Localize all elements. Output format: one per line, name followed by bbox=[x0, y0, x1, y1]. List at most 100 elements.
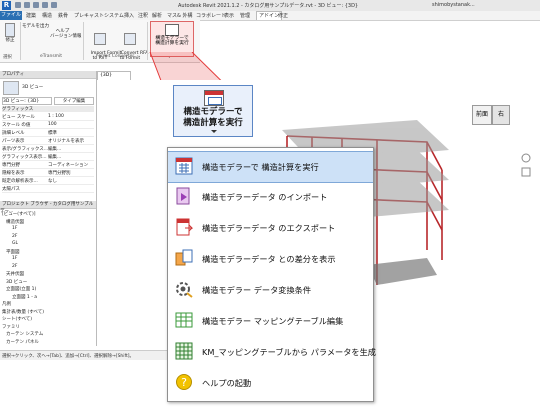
export-data-icon bbox=[175, 218, 194, 236]
browser-item[interactable]: 天井伏図 bbox=[6, 271, 24, 277]
modify-button[interactable]: 修正 bbox=[3, 23, 17, 43]
project-browser: プロジェクト ブラウザ - カタログ用サンプルデー... [ビュー(すべて)] 構… bbox=[0, 201, 97, 346]
open-icon[interactable] bbox=[15, 2, 21, 8]
tab-insert[interactable]: 挿入 bbox=[124, 12, 134, 19]
dropdown-item[interactable]: 構造モデラーデータ のインポート bbox=[168, 182, 373, 212]
view-cube-front[interactable]: 前面 bbox=[472, 105, 492, 125]
browser-item[interactable]: 1F bbox=[12, 226, 17, 231]
property-row[interactable]: ビュー スケール 1 : 100 bbox=[2, 114, 94, 121]
browser-item[interactable]: 構造伏図 bbox=[6, 219, 24, 225]
zoom-icon bbox=[521, 167, 531, 177]
svg-text:?: ? bbox=[181, 376, 187, 389]
structural-calc-button-zoomed[interactable]: 構造モデラーで 構造計算を実行 bbox=[173, 85, 253, 137]
property-name: 既定の解析表示... bbox=[2, 179, 38, 184]
property-value[interactable]: 100 bbox=[48, 122, 57, 127]
dropdown-item-label: KM_マッピングテーブルから パラメータを生成 bbox=[202, 347, 376, 357]
tab-analyze[interactable]: 解析 bbox=[152, 12, 162, 19]
group-select-label: 選択 bbox=[3, 55, 12, 60]
browser-item[interactable]: 集計表/数量 (すべて) bbox=[2, 309, 44, 315]
browser-item[interactable]: 凡例 bbox=[2, 301, 11, 307]
help-icon: ? bbox=[175, 373, 193, 391]
browser-item[interactable]: 2F bbox=[12, 264, 17, 269]
print-icon[interactable] bbox=[51, 2, 57, 8]
tab-view[interactable]: 表示 bbox=[224, 12, 234, 19]
dropdown-item-label: 構造モデラーデータ との差分を表示 bbox=[202, 254, 336, 264]
browser-item[interactable]: 立面図 1 - a bbox=[12, 294, 37, 300]
property-row[interactable]: 表示/グラフィックス... 編集... bbox=[2, 146, 94, 153]
redo-icon[interactable] bbox=[42, 2, 48, 8]
property-value[interactable]: 編集... bbox=[48, 154, 61, 160]
group-formit-label: Formit Converter bbox=[96, 54, 135, 59]
section-graphics[interactable]: グラフィックス bbox=[2, 106, 94, 112]
user-name[interactable]: shimobystanak... bbox=[432, 2, 475, 8]
property-value[interactable]: なし bbox=[48, 178, 57, 184]
tab-annotate[interactable]: 注釈 bbox=[138, 12, 148, 19]
property-row[interactable]: 専門分野 コーディネーション bbox=[2, 162, 94, 169]
import-formit-button[interactable]: Import Formit to RVT bbox=[85, 23, 121, 66]
dropdown-item[interactable]: 構造モデラーデータ のエクスポート bbox=[168, 213, 373, 243]
edit-type-button[interactable]: タイプ編集 bbox=[54, 97, 94, 105]
view-cube-right[interactable]: 右 bbox=[492, 105, 510, 125]
browser-item[interactable]: 1F bbox=[12, 256, 17, 261]
tab-file[interactable]: ファイル bbox=[0, 11, 22, 20]
browser-item[interactable]: 立面図(立面 1) bbox=[6, 286, 36, 292]
dropdown-item[interactable]: KM_マッピングテーブルから パラメータを生成 bbox=[168, 337, 376, 367]
structural-calc-label: 構造モデラーで 構造計算を実行 bbox=[183, 107, 243, 128]
dropdown-item[interactable]: 構造モデラー マッピングテーブル編集 bbox=[168, 306, 373, 336]
property-name: 太陽パス bbox=[2, 187, 20, 192]
tab-steel[interactable]: 鉄骨 bbox=[58, 12, 68, 19]
property-value[interactable]: 1 : 100 bbox=[48, 114, 64, 119]
property-row[interactable]: 既定の解析表示... なし bbox=[2, 178, 94, 185]
tab-massing[interactable]: マス& 外構 bbox=[167, 12, 193, 19]
browser-item[interactable]: ファミリ bbox=[2, 324, 20, 330]
dropdown-item-label: 構造モデラーで 構造計算を実行 bbox=[202, 162, 319, 172]
property-row[interactable]: スケール の値 100 bbox=[2, 122, 94, 129]
tab-collaborate[interactable]: コラボレート bbox=[196, 12, 226, 19]
property-value[interactable]: 標準 bbox=[48, 130, 57, 136]
status-text: 選択→クリック、次へ→[Tab]、追加→[Ctrl]、選択解除→[Shift]。 bbox=[2, 354, 135, 359]
property-value[interactable]: オリジナルを表示 bbox=[48, 138, 84, 144]
browser-item[interactable]: 平面図 bbox=[6, 249, 20, 255]
property-row[interactable]: グラフィックス表示... 編集... bbox=[2, 154, 94, 161]
browser-item[interactable]: 2F bbox=[12, 234, 17, 239]
property-value[interactable]: 専門分野別 bbox=[48, 170, 71, 176]
property-name: パーツ表示 bbox=[2, 139, 25, 144]
tab-systems[interactable]: システム bbox=[104, 12, 124, 19]
browser-item[interactable]: シート(すべて) bbox=[2, 316, 32, 322]
browser-item[interactable]: 3D ビュー bbox=[6, 279, 27, 285]
export-model-button[interactable]: モデルを出力 bbox=[22, 24, 52, 29]
property-row[interactable]: パーツ表示 オリジナルを表示 bbox=[2, 138, 94, 145]
window-title: Autodesk Revit 2021.1.2 - カタログ用サンプルデータ.r… bbox=[178, 3, 359, 9]
dropdown-item-label: 構造モデラーデータ のエクスポート bbox=[202, 223, 336, 233]
dropdown-item[interactable]: 構造モデラーで 構造計算を実行 bbox=[168, 151, 373, 183]
dropdown-item[interactable]: 構造モデラーデータ との差分を表示 bbox=[168, 244, 373, 274]
browser-item[interactable]: GL bbox=[12, 241, 18, 246]
view-cube[interactable]: 前面 右 bbox=[470, 99, 512, 133]
help-version-button[interactable]: ヘルプ バージョン情報 bbox=[50, 24, 81, 44]
tab-modify[interactable]: 修正 bbox=[278, 12, 288, 19]
tab-structure[interactable]: 構造 bbox=[42, 12, 52, 19]
property-row[interactable]: 太陽パス bbox=[2, 186, 94, 193]
steering-wheel-icon bbox=[521, 153, 531, 163]
dropdown-item[interactable]: ? ヘルプの起動 bbox=[168, 368, 373, 398]
browser-item[interactable]: カーテン システム bbox=[6, 331, 43, 337]
undo-icon[interactable] bbox=[33, 2, 39, 8]
tab-architecture[interactable]: 建築 bbox=[26, 12, 36, 19]
tab-manage[interactable]: 管理 bbox=[240, 12, 250, 19]
browser-item[interactable]: [ビュー(すべて)] bbox=[2, 211, 36, 217]
dropdown-item[interactable]: 構造モデラー データ変換条件 bbox=[168, 275, 373, 305]
property-value[interactable]: コーディネーション bbox=[48, 162, 88, 168]
convert-rfa-button[interactable]: Convert RFA to Formit bbox=[115, 23, 148, 66]
tab-precast[interactable]: プレキャスト bbox=[74, 12, 104, 19]
revit-logo-icon[interactable]: R bbox=[2, 1, 11, 10]
property-row[interactable]: 隠線を表示 専門分野別 bbox=[2, 170, 94, 177]
property-value[interactable]: 編集... bbox=[48, 146, 61, 152]
chevron-down-icon[interactable] bbox=[211, 130, 217, 133]
instance-selector[interactable]: 3D ビュー: {3D} bbox=[2, 97, 52, 105]
kizzo-calc-ribbon-label: 構造モデラーで 構造計算を実行 bbox=[155, 36, 189, 46]
property-row[interactable]: 詳細レベル 標準 bbox=[2, 130, 94, 137]
save-icon[interactable] bbox=[24, 2, 30, 8]
properties-panel: プロパティ 3D ビュー 3D ビュー: {3D} タイプ編集 グラフィックス … bbox=[0, 71, 97, 201]
grid-params-icon bbox=[175, 342, 193, 360]
browser-item[interactable]: カーテン パネル bbox=[6, 339, 39, 345]
